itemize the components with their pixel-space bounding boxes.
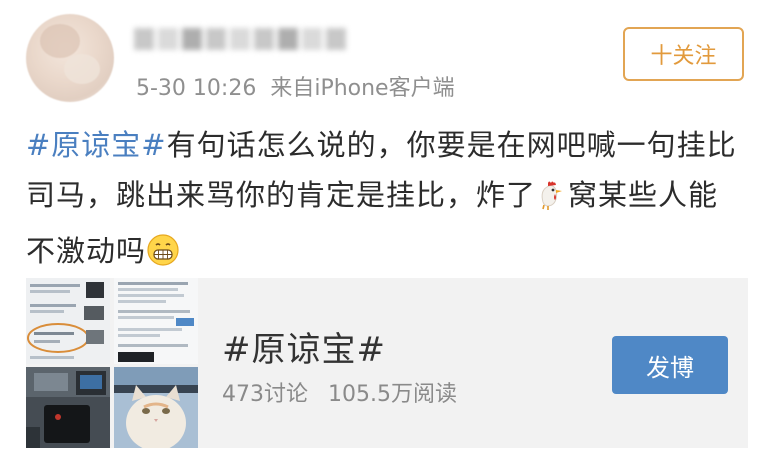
screenshot-thumbnail[interactable] [114,278,198,364]
post-text: #原谅宝#有句话怎么说的，你要是在网吧喊一句挂比司马，跳出来骂你的肯定是挂比，炸… [26,120,741,282]
grin-emoji [146,232,180,282]
weibo-post: 5-30 10:26 来自iPhone客户端 十关注 #原谅宝#有句话怎么说的，你… [0,0,759,451]
avatar[interactable] [26,14,114,102]
post-time: 5-30 10:26 [136,76,257,101]
rooster-emoji [536,176,568,226]
desk-photo-thumbnail[interactable] [26,367,110,448]
post-button[interactable]: 发博 [612,336,728,394]
post-meta: 5-30 10:26 来自iPhone客户端 [136,70,455,102]
read-count: 105.5万阅读 [328,382,457,407]
follow-button[interactable]: 十关注 [623,27,744,81]
thumbnail-grid[interactable] [26,278,198,448]
username-blurred[interactable] [134,22,354,56]
topic-card[interactable]: #原谅宝# 473讨论 105.5万阅读 发博 [26,278,748,448]
card-stats: 473讨论 105.5万阅读 [222,376,457,408]
screenshot-thumbnail[interactable] [26,278,110,364]
card-topic-title[interactable]: #原谅宝# [222,322,386,371]
cat-photo-thumbnail[interactable] [114,367,198,448]
topic-link[interactable]: #原谅宝# [26,128,167,162]
discussion-count: 473讨论 [222,382,308,407]
post-source: 来自iPhone客户端 [270,76,455,101]
